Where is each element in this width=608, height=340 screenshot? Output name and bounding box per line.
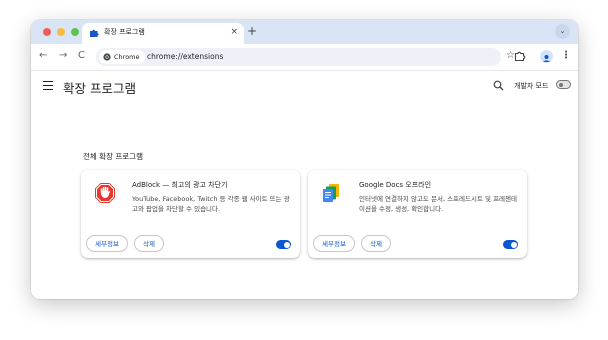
extension-name: Google Docs 오프라인: [359, 181, 432, 189]
tab-extensions[interactable]: 확장 프로그램 ×: [82, 23, 244, 44]
puzzle-piece-icon: [90, 29, 99, 37]
site-info-chip[interactable]: Chrome: [99, 50, 145, 64]
extension-description: YouTube, Facebook, Twitch 등 각종 웹 사이트 뜨는 …: [132, 195, 290, 213]
reload-button[interactable]: C: [78, 49, 85, 63]
extensions-page: 확장 프로그램 개발자 모드 전체 확장 프로그램 AdBlock — 최고의 …: [31, 71, 578, 299]
url-text: chrome://extensions: [147, 52, 224, 61]
profile-avatar[interactable]: [540, 50, 553, 63]
extension-card-adblock: AdBlock — 최고의 광고 차단기 YouTube, Facebook, …: [81, 170, 300, 258]
extensions-puzzle-icon[interactable]: [514, 50, 526, 62]
details-button[interactable]: 세부정보: [86, 235, 128, 252]
minimize-window-button[interactable]: [57, 28, 65, 36]
back-button[interactable]: ←: [39, 49, 47, 63]
google-docs-offline-icon: [323, 184, 339, 202]
tab-close-icon[interactable]: ×: [230, 26, 238, 38]
browser-window: 확장 프로그램 × + ⌄ ← → C Chrome chrome://exte…: [31, 20, 578, 299]
zoom-window-button[interactable]: [71, 28, 79, 36]
chrome-menu-icon[interactable]: ⋮: [561, 49, 571, 63]
close-window-button[interactable]: [43, 28, 51, 36]
developer-mode-toggle[interactable]: [556, 80, 571, 89]
tab-strip: 확장 프로그램 × + ⌄: [31, 20, 578, 44]
address-bar[interactable]: Chrome chrome://extensions ☆: [96, 48, 515, 66]
remove-button[interactable]: 삭제: [361, 235, 391, 252]
hamburger-menu-icon[interactable]: [43, 81, 53, 90]
extension-description: 인터넷에 연결하지 않고도 문서, 스프레드시트 및 프레젠테이션을 수정, 생…: [359, 195, 517, 213]
extension-card-google-docs-offline: Google Docs 오프라인 인터넷에 연결하지 않고도 문서, 스프레드시…: [308, 170, 527, 258]
section-title: 전체 확장 프로그램: [83, 152, 143, 161]
tab-search-button[interactable]: ⌄: [555, 24, 570, 39]
forward-button[interactable]: →: [59, 49, 67, 63]
developer-mode-label: 개발자 모드: [514, 82, 549, 90]
chrome-logo-icon: [103, 53, 111, 61]
search-icon[interactable]: [493, 80, 504, 91]
tab-title: 확장 프로그램: [104, 28, 145, 36]
details-button[interactable]: 세부정보: [313, 235, 355, 252]
browser-toolbar: ← → C Chrome chrome://extensions ☆ ⋮: [31, 44, 578, 71]
new-tab-button[interactable]: +: [247, 23, 257, 39]
extension-enable-toggle[interactable]: [276, 240, 291, 249]
adblock-stop-hand-icon: [95, 183, 115, 203]
chip-label: Chrome: [114, 53, 140, 61]
person-icon: [543, 55, 550, 62]
extension-enable-toggle[interactable]: [503, 240, 518, 249]
page-title: 확장 프로그램: [63, 81, 136, 96]
extension-name: AdBlock — 최고의 광고 차단기: [132, 181, 228, 189]
remove-button[interactable]: 삭제: [134, 235, 164, 252]
